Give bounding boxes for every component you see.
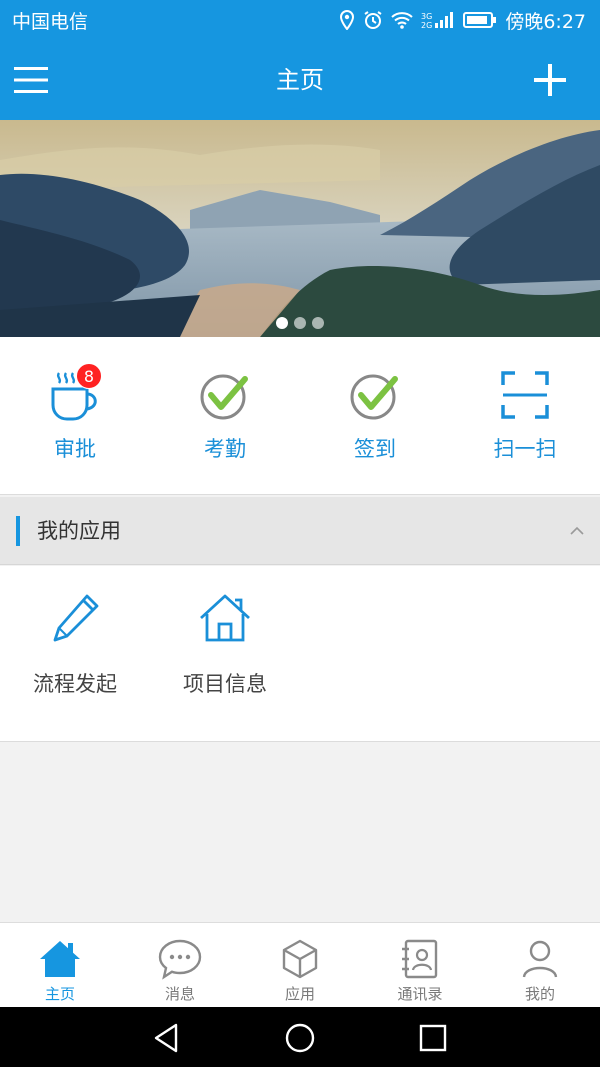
svg-text:3G: 3G bbox=[421, 12, 432, 21]
approval-badge: 8 bbox=[76, 363, 102, 389]
carousel-dot[interactable] bbox=[312, 317, 324, 329]
svg-text:2G: 2G bbox=[421, 21, 432, 29]
quick-action-label: 扫一扫 bbox=[493, 437, 557, 461]
location-icon bbox=[339, 10, 355, 30]
add-button[interactable] bbox=[532, 62, 568, 98]
carousel-dots bbox=[0, 317, 600, 329]
home-circle-icon[interactable] bbox=[283, 1021, 317, 1055]
bottom-nav: 主页 消息 应用 通讯录 我的 bbox=[0, 922, 600, 1007]
cube-icon bbox=[278, 937, 322, 981]
my-apps-grid: 流程发起 项目信息 bbox=[0, 566, 600, 742]
status-time: 傍晚6:27 bbox=[505, 10, 586, 33]
app-project-info[interactable]: 项目信息 bbox=[150, 566, 300, 742]
pen-icon bbox=[47, 590, 103, 646]
nav-label: 主页 bbox=[44, 985, 75, 1003]
back-icon[interactable] bbox=[150, 1021, 184, 1055]
wifi-icon bbox=[391, 11, 413, 29]
carousel-dot[interactable] bbox=[276, 317, 288, 329]
check-circle-icon bbox=[347, 367, 403, 423]
status-bar: 中国电信 3G 2G 傍晚6:27 bbox=[0, 0, 600, 40]
person-icon bbox=[518, 937, 562, 981]
menu-button[interactable] bbox=[14, 64, 48, 96]
nav-apps[interactable]: 应用 bbox=[240, 923, 360, 1008]
quick-action-approval[interactable]: 8 审批 bbox=[0, 337, 150, 495]
banner-carousel[interactable] bbox=[0, 120, 600, 337]
nav-home[interactable]: 主页 bbox=[0, 923, 120, 1008]
battery-icon bbox=[463, 11, 497, 29]
quick-action-label: 审批 bbox=[54, 437, 96, 461]
app-label: 项目信息 bbox=[183, 672, 267, 696]
plus-icon bbox=[534, 64, 566, 96]
page-title: 主页 bbox=[276, 66, 324, 94]
carousel-dot[interactable] bbox=[294, 317, 306, 329]
banner-image bbox=[0, 120, 600, 337]
chat-bubble-icon bbox=[158, 937, 202, 981]
chevron-up-icon[interactable] bbox=[566, 521, 588, 541]
quick-actions-panel: 8 审批 考勤 签到 扫一扫 bbox=[0, 337, 600, 495]
home-icon bbox=[38, 937, 82, 981]
recents-icon[interactable] bbox=[416, 1021, 450, 1055]
menu-icon bbox=[14, 67, 48, 93]
signal-icon: 3G 2G bbox=[421, 11, 455, 29]
section-accent-bar bbox=[16, 516, 20, 546]
system-nav-bar bbox=[0, 1007, 600, 1067]
alarm-icon bbox=[363, 10, 383, 30]
my-apps-header[interactable]: 我的应用 bbox=[0, 497, 600, 565]
check-circle-icon bbox=[197, 367, 253, 423]
carrier-name: 中国电信 bbox=[12, 10, 89, 33]
nav-label: 通讯录 bbox=[397, 985, 443, 1003]
contacts-book-icon bbox=[398, 937, 442, 981]
status-icons: 3G 2G 傍晚6:27 bbox=[339, 7, 586, 34]
quick-action-scan[interactable]: 扫一扫 bbox=[450, 337, 600, 495]
scan-icon bbox=[497, 367, 553, 423]
nav-profile[interactable]: 我的 bbox=[480, 923, 600, 1008]
nav-contacts[interactable]: 通讯录 bbox=[360, 923, 480, 1008]
quick-action-attendance[interactable]: 考勤 bbox=[150, 337, 300, 495]
section-title: 我的应用 bbox=[37, 519, 121, 543]
app-label: 流程发起 bbox=[33, 672, 117, 696]
nav-messages[interactable]: 消息 bbox=[120, 923, 240, 1008]
nav-label: 我的 bbox=[524, 985, 555, 1003]
quick-action-checkin[interactable]: 签到 bbox=[300, 337, 450, 495]
house-icon bbox=[197, 590, 253, 646]
app-header: 主页 bbox=[0, 40, 600, 120]
nav-label: 应用 bbox=[284, 985, 315, 1003]
app-start-process[interactable]: 流程发起 bbox=[0, 566, 150, 742]
quick-action-label: 考勤 bbox=[204, 437, 246, 461]
nav-label: 消息 bbox=[164, 985, 195, 1003]
quick-action-label: 签到 bbox=[354, 437, 396, 461]
